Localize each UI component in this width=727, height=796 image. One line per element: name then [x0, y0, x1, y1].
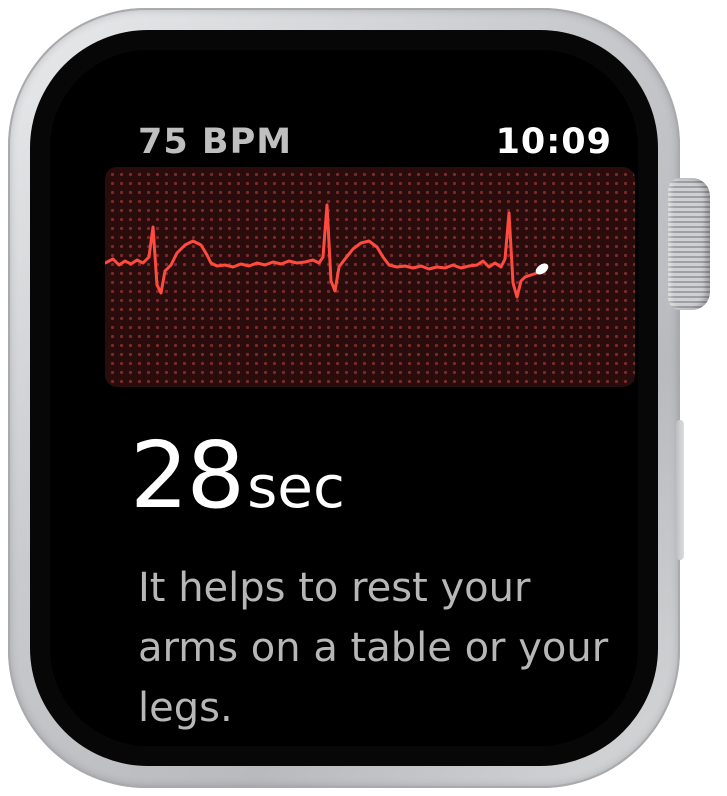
- digital-crown[interactable]: [668, 178, 710, 310]
- watch-screen: 75 BPM 10:09 28sec It helps to rest your…: [50, 50, 638, 746]
- watch-bezel: 75 BPM 10:09 28sec It helps to rest your…: [30, 30, 658, 766]
- clock-time: 10:09: [495, 122, 612, 162]
- ecg-waveform-panel: [105, 167, 635, 387]
- heart-rate-readout: 75 BPM: [138, 122, 293, 162]
- countdown-timer: 28sec: [130, 422, 345, 529]
- ecg-trace-line: [105, 203, 539, 299]
- countdown-unit: sec: [247, 453, 345, 521]
- watch-case: 75 BPM 10:09 28sec It helps to rest your…: [8, 8, 680, 788]
- side-button[interactable]: [676, 420, 684, 560]
- instruction-text: It helps to rest your arms on a table or…: [138, 565, 609, 731]
- ecg-waveform: [105, 203, 549, 299]
- countdown-value: 28: [130, 422, 245, 529]
